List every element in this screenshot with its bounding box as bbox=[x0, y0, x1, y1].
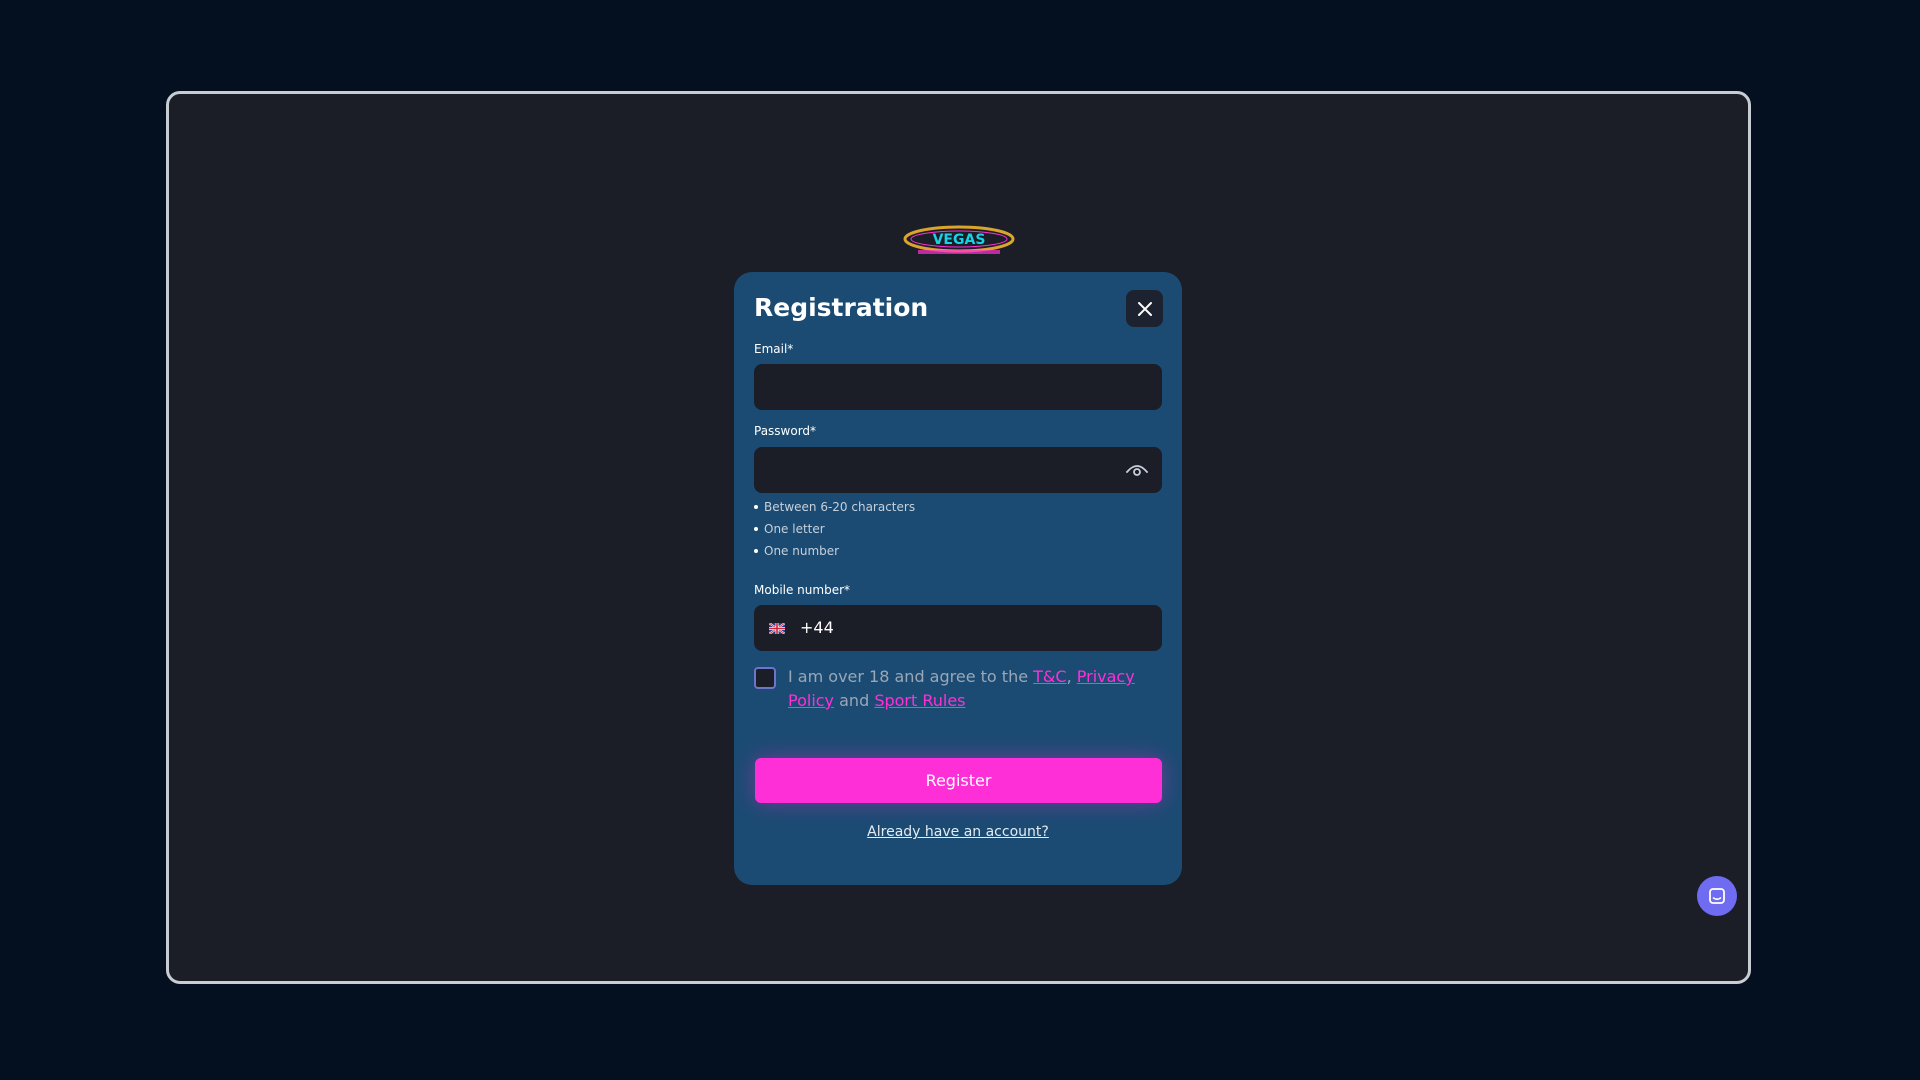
terms-checkbox[interactable] bbox=[754, 667, 776, 689]
terms-prefix: I am over 18 and agree to the bbox=[788, 667, 1034, 686]
email-field-box bbox=[754, 364, 1162, 410]
requirement-item: One number bbox=[754, 543, 915, 565]
password-requirements: Between 6-20 characters One letter One n… bbox=[754, 499, 915, 565]
terms-text: I am over 18 and agree to the T&C, Priva… bbox=[788, 665, 1158, 713]
tc-link[interactable]: T&C bbox=[1033, 667, 1066, 686]
sport-rules-link[interactable]: Sport Rules bbox=[874, 691, 965, 710]
password-label: Password* bbox=[754, 424, 817, 438]
already-have-account-link[interactable]: Already have an account? bbox=[734, 824, 1182, 840]
close-icon bbox=[1137, 301, 1152, 316]
registration-modal: Registration Email* Password* Between 6-… bbox=[734, 272, 1182, 885]
brand-logo: VEGAS bbox=[903, 225, 1015, 254]
chat-button[interactable] bbox=[1697, 876, 1737, 916]
register-button[interactable]: Register bbox=[755, 758, 1162, 803]
dial-code: +44 bbox=[800, 618, 834, 637]
brand-logo-text: VEGAS bbox=[933, 232, 986, 248]
mobile-label: Mobile number* bbox=[754, 583, 851, 597]
password-field-box bbox=[754, 447, 1162, 493]
modal-title: Registration bbox=[754, 293, 929, 322]
eye-icon bbox=[1126, 465, 1148, 476]
terms-and: and bbox=[834, 691, 875, 710]
mobile-field-box[interactable]: +44 bbox=[754, 605, 1162, 651]
email-input[interactable] bbox=[754, 364, 1162, 410]
password-input[interactable] bbox=[754, 447, 1162, 493]
chat-icon bbox=[1709, 888, 1725, 904]
requirement-item: One letter bbox=[754, 521, 915, 543]
uk-flag-icon[interactable] bbox=[769, 623, 785, 634]
email-label: Email* bbox=[754, 342, 794, 356]
show-password-button[interactable] bbox=[1124, 457, 1150, 483]
requirement-item: Between 6-20 characters bbox=[754, 499, 915, 521]
terms-separator: , bbox=[1066, 667, 1072, 686]
close-button[interactable] bbox=[1126, 290, 1163, 327]
